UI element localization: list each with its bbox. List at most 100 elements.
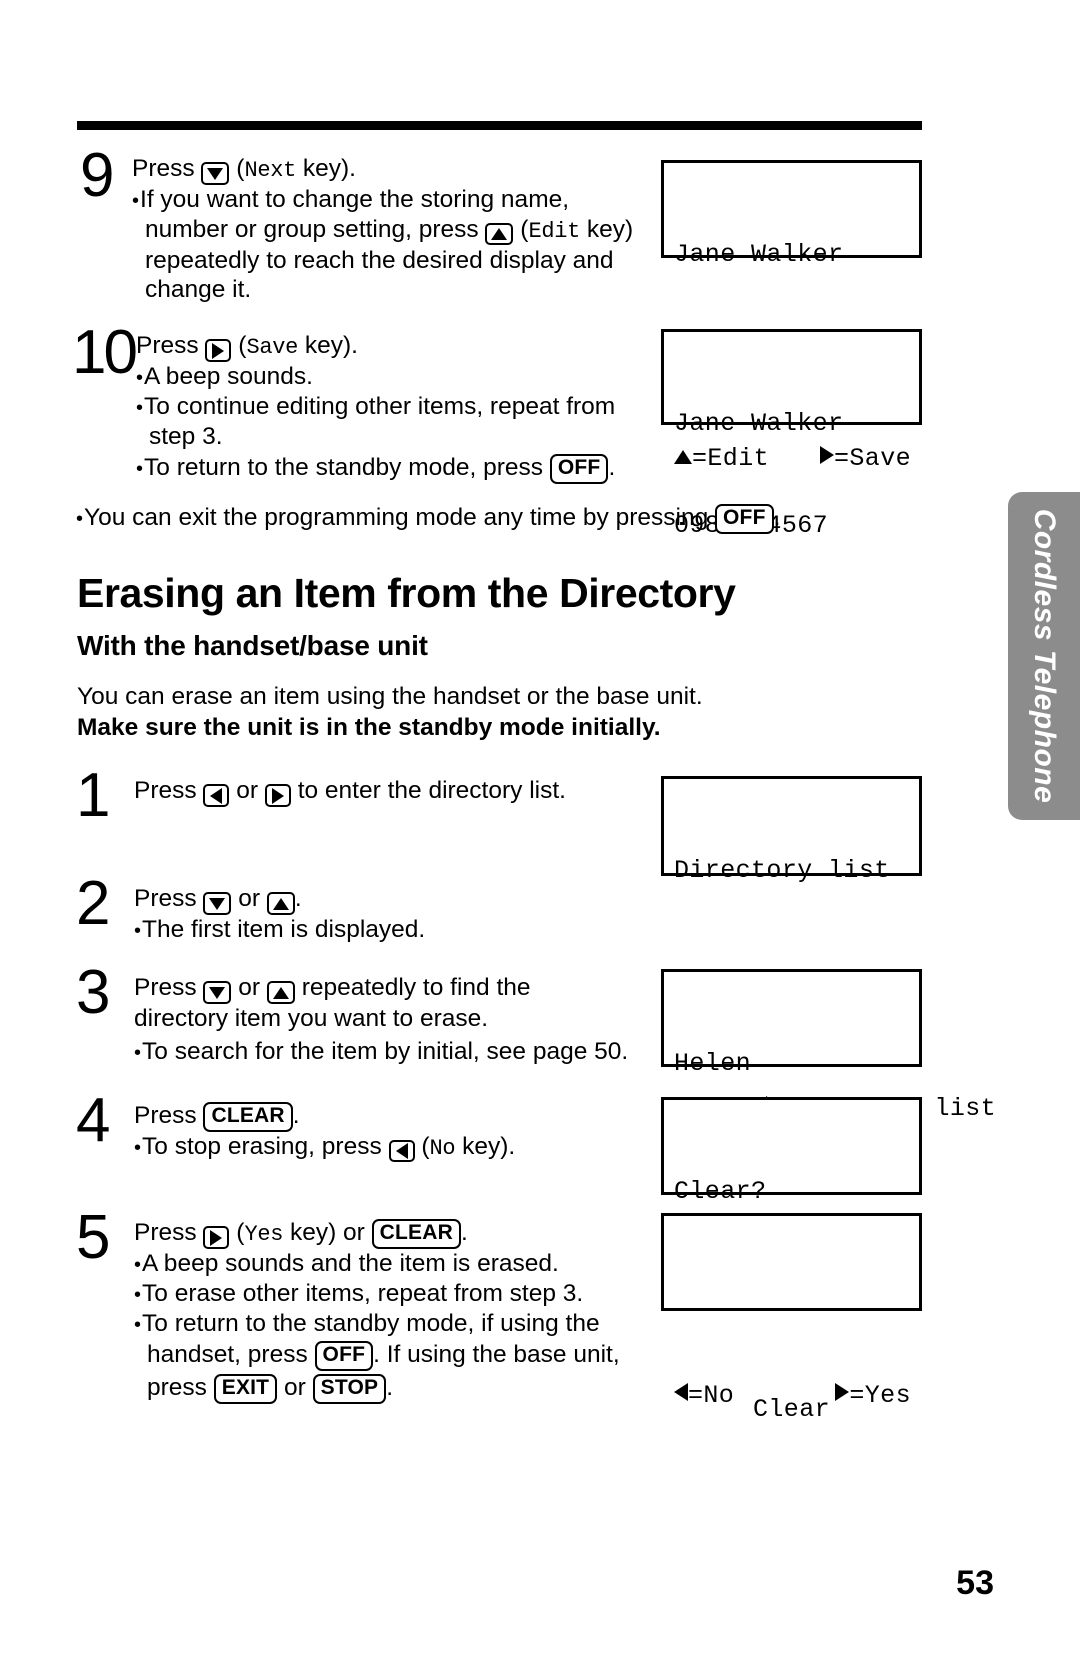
step-3-number: 3 (76, 958, 110, 1027)
paren-open-4: ( (421, 1132, 430, 1160)
lcd-4-line-1: Helen (674, 1049, 752, 1078)
step-9: 9 Press (Next key). If you want to chang… (80, 141, 660, 305)
up-arrow-key-icon-3[interactable] (266, 981, 295, 1004)
side-tab-label: Cordless Telephone (1028, 508, 1061, 804)
step-1: 1 Press or to enter the directory list. (76, 761, 676, 830)
step-5: 5 Press (Yes key) or CLEAR. A beep sound… (76, 1207, 676, 1404)
lcd-display-step-10: Jane Walker 0981234567 (661, 329, 922, 540)
step-10: 10 Press (Save key). A beep sounds. To c… (72, 318, 672, 485)
step-9-key-close: key) (580, 215, 634, 243)
step-2-instruction: Press or . (134, 884, 425, 915)
lcd-2-line-1: Jane Walker (674, 409, 844, 438)
lcd-5-line-1: Clear? (674, 1177, 767, 1206)
right-arrow-key-icon-1[interactable] (264, 784, 291, 807)
off-button-note[interactable]: OFF (715, 504, 774, 534)
left-arrow-key-icon-4[interactable] (388, 1139, 415, 1163)
step-5-instruction: Press (Yes key) or CLEAR. (134, 1219, 468, 1249)
step-10-instruction: Press (Save key). (136, 331, 615, 362)
left-arrow-key-icon[interactable] (203, 784, 230, 807)
step-9-number: 9 (80, 141, 114, 210)
step-10-bullet-2-line-1: To continue editing other items, repeat … (136, 392, 615, 422)
or-label-1: or (236, 777, 259, 804)
lcd-6-line-2: Clear (752, 1395, 830, 1424)
step-4-instruction: Press CLEAR. (134, 1101, 515, 1132)
press-label-2: Press (134, 885, 197, 912)
step-4-number: 4 (76, 1086, 110, 1155)
clear-button[interactable]: CLEAR (203, 1102, 293, 1132)
or-label-3: or (238, 974, 261, 1001)
up-arrow-key-icon[interactable] (485, 222, 514, 246)
exit-button[interactable]: EXIT (213, 1374, 278, 1404)
step-9-bullet-text-b: number or group setting, press (145, 215, 479, 243)
next-key-name: Next (244, 158, 297, 183)
step-5-bullet-3-line-2: handset, press OFF. If using the base un… (134, 1340, 620, 1372)
step-9-bullet-1-line-1: If you want to change the storing name, (132, 185, 633, 215)
save-key-name: Save (246, 335, 299, 360)
step-9-bullet-text-d: repeatedly to reach the desired display … (145, 246, 614, 274)
step-2-body: Press or . The first item is displayed. (134, 876, 425, 944)
step-9-instruction: Press (Next key). (132, 154, 633, 185)
intro-line-2: Make sure the unit is in the standby mod… (77, 714, 661, 741)
lcd-display-helen: Helen 1234567890 (661, 969, 922, 1180)
side-tab-cordless-telephone: Cordless Telephone (1008, 492, 1080, 820)
or-label-2: or (238, 885, 261, 912)
subsection-heading: With the handset/base unit (77, 630, 428, 661)
step-9-bullet-1-line-2: number or group setting, press (Edit key… (132, 215, 633, 246)
no-key-name: No (429, 1135, 456, 1161)
lcd-display-step-9: Jane Walker 0981234567 =Edit =Save (661, 160, 922, 473)
off-button[interactable]: OFF (549, 454, 609, 485)
right-arrow-key-icon[interactable] (205, 339, 232, 362)
step-1-body: Press or to enter the directory list. (134, 768, 566, 807)
step-3-bullet-1: To search for the item by initial, see p… (134, 1037, 628, 1067)
clear-button-5[interactable]: CLEAR (371, 1219, 461, 1249)
press-label-3: Press (134, 974, 197, 1001)
step-10-bullet-2-line-2: step 3. (149, 422, 223, 450)
down-arrow-key-icon[interactable] (201, 162, 230, 185)
step-5-bullet-3-line-3: press EXIT or STOP. (134, 1373, 620, 1404)
step-9-bullet-1-line-3: repeatedly to reach the desired display … (132, 246, 633, 276)
step-5-body: Press (Yes key) or CLEAR. A beep sounds … (134, 1210, 620, 1404)
step-9-bullet-1-line-4: change it. (132, 275, 633, 305)
header-rule (77, 121, 922, 130)
intro-line-1: You can erase an item using the handset … (77, 683, 703, 710)
step-5-bullet-3-line-1: To return to the standby mode, if using … (134, 1309, 620, 1339)
step-4: 4 Press CLEAR. To stop erasing, press (N… (76, 1086, 676, 1163)
step-3-instruction-line-1: Press or repeatedly to find the (134, 973, 628, 1004)
right-arrow-key-icon-5[interactable] (203, 1226, 230, 1249)
off-button-5[interactable]: OFF (314, 1341, 374, 1372)
yes-key-name: Yes (244, 1222, 284, 1247)
or-label-5: or (284, 1374, 306, 1402)
section-heading: Erasing an Item from the Directory (77, 570, 736, 616)
step-3-instruction-line-2: directory item you want to erase. (134, 1004, 489, 1032)
lcd-1-line-1: Jane Walker (674, 240, 844, 269)
step-10-body: Press (Save key). A beep sounds. To cont… (136, 325, 615, 485)
edit-key-name: Edit (528, 218, 581, 244)
exit-programming-note: You can exit the programming mode any ti… (76, 504, 896, 534)
step-9-bullet-text-a: If you want to change the storing name, (140, 185, 570, 213)
stop-button[interactable]: STOP (312, 1374, 387, 1404)
key-close: key). (296, 155, 356, 182)
press-label-4: Press (134, 1102, 197, 1129)
key-close-10: key). (298, 332, 358, 359)
step-3-body: Press or repeatedly to find the director… (134, 965, 628, 1067)
step-1-instruction: Press or to enter the directory list. (134, 776, 566, 807)
step-5-bullet-1: A beep sounds and the item is erased. (134, 1249, 620, 1279)
exit-note-text: You can exit the programming mode any ti… (84, 504, 709, 531)
step-3-tail-1: repeatedly to find the (301, 974, 531, 1001)
up-arrow-key-icon-2[interactable] (266, 892, 295, 915)
lcd-6-line-1 (664, 1291, 919, 1325)
step-2-number: 2 (76, 869, 110, 938)
step-10-bullet-3: To return to the standby mode, press OFF… (136, 453, 615, 485)
step-2: 2 Press or . The first item is displayed… (76, 869, 676, 944)
down-arrow-key-icon-3[interactable] (203, 981, 232, 1004)
step-1-number: 1 (76, 761, 110, 830)
press-label-5: Press (134, 1219, 197, 1246)
down-arrow-key-icon-2[interactable] (203, 892, 232, 915)
manual-page: Cordless Telephone 9 Press (Next key). I… (0, 0, 1080, 1669)
press-label: Press (132, 155, 195, 182)
page-number: 53 (956, 1564, 994, 1602)
step-9-body: Press (Next key). If you want to change … (132, 148, 633, 305)
step-10-number: 10 (72, 318, 138, 387)
lcd-display-clear-confirm: Clear? =No =Yes (661, 1097, 922, 1410)
step-9-bullet-text-e: change it. (145, 276, 252, 304)
